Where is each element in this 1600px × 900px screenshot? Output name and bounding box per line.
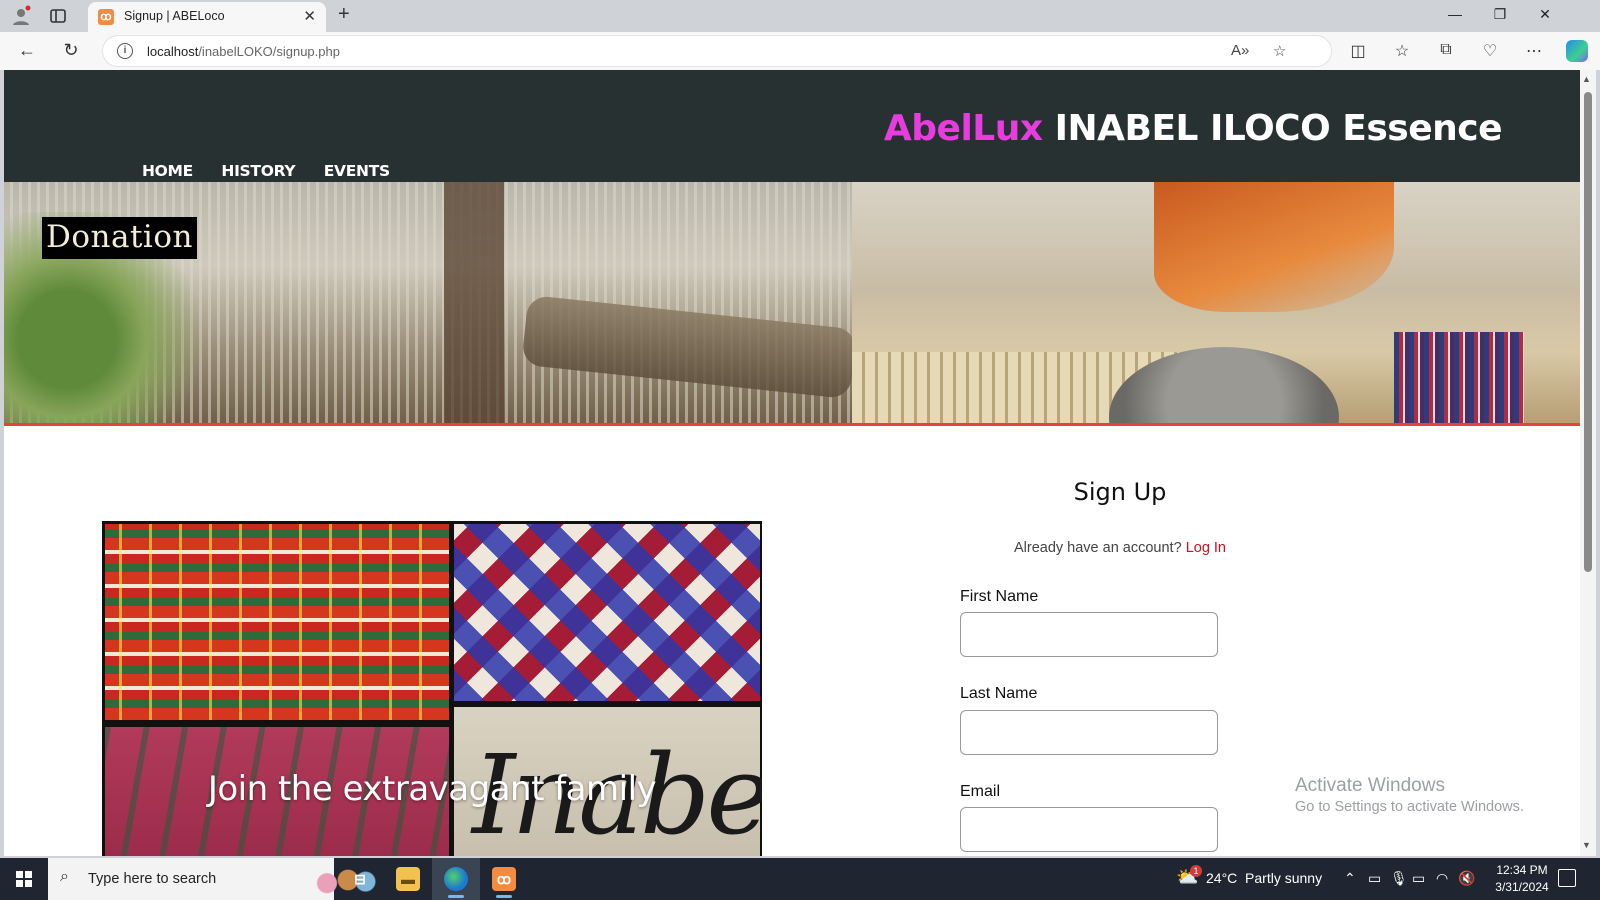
taskbar-search[interactable]: ⌕ Type here to search [48,858,376,900]
clock-time: 12:34 PM [1496,863,1548,877]
activate-windows-watermark: Activate Windows Go to Settings to activ… [1295,775,1524,815]
donation-badge[interactable]: Donation [42,217,197,259]
already-text: Already have an account? [1013,540,1182,556]
weather-badge: 1 [1190,865,1202,877]
close-window-button[interactable]: ✕ [1536,6,1554,23]
back-icon[interactable]: ← [16,40,38,61]
hero-wood-beam [444,182,504,424]
fabric-collage: Inabe Join the extravagant family [102,521,762,856]
main-nav: HOME HISTORY EVENTS [142,162,414,181]
email-label: Email [960,783,1001,800]
show-hidden-icons[interactable]: ⌃ [1344,870,1356,887]
split-screen-icon[interactable]: ◫ [1348,41,1368,61]
favorite-star-icon[interactable]: ☆ [1273,42,1286,60]
xampp-icon: ꝏ [492,867,516,891]
brand-accent: AbelLux [883,108,1043,149]
notification-center-icon[interactable] [1558,869,1576,887]
edge-icon [444,867,468,891]
scroll-up-icon[interactable]: ▲ [1582,74,1591,84]
address-bar[interactable]: i localhost/inabelLOKO/signup.php A» ☆ [102,35,1332,67]
tab-signup[interactable]: ꝏ Signup | ABELoco ✕ [88,2,326,32]
tab-actions-icon[interactable] [48,6,68,26]
profile-icon[interactable] [10,5,32,27]
meet-now-icon[interactable]: ▭ [1368,870,1381,887]
site-brand[interactable]: AbelLux INABEL ILOCO Essence [883,108,1503,149]
copilot-icon[interactable] [1566,40,1588,62]
file-explorer-button[interactable]: ▬ [384,858,432,900]
first-name-label: First Name [960,588,1039,605]
activate-title: Activate Windows [1295,775,1445,796]
login-link[interactable]: Log In [1186,540,1226,556]
last-name-field[interactable] [960,710,1218,755]
volume-muted-icon[interactable]: 🔇 [1458,870,1475,887]
search-icon: ⌕ [60,868,69,885]
clock-date: 3/31/2024 [1495,880,1549,894]
taskbar: ⌕ Type here to search ⊟ ▬ ꝏ ⛅ 1 24°C Par… [0,858,1600,900]
hero-divider [4,423,1580,426]
restore-button[interactable]: ❐ [1491,6,1509,23]
brand-main: INABEL ILOCO Essence [1042,108,1503,149]
battery-icon[interactable]: ▭ [1412,870,1425,887]
refresh-icon[interactable]: ↻ [60,40,82,61]
signup-title: Sign Up [1073,478,1167,506]
site-info-icon[interactable]: i [117,43,133,59]
collage-plaid-rolls [105,524,449,720]
system-clock[interactable]: 12:34 PM 3/31/2024 [1480,862,1564,896]
browser-essentials-icon[interactable]: ♡ [1480,41,1500,61]
favorites-icon[interactable]: ☆ [1392,41,1412,61]
browser-toolbar: ← ↻ i localhost/inabelLOKO/signup.php A»… [0,32,1600,70]
weather-text: 24°C Partly sunny [1206,870,1323,886]
nav-history[interactable]: HISTORY [221,162,295,180]
xampp-favicon-icon: ꝏ [98,9,114,25]
hero-textile [1394,332,1524,424]
tab-strip: ꝏ Signup | ABELoco ✕ + — ❐ ✕ [0,0,1600,32]
windows-start-icon[interactable] [16,871,32,887]
network-icon[interactable]: ◠ [1436,870,1448,887]
hero-banner: Donation [4,182,1580,424]
nav-home[interactable]: HOME [142,162,193,180]
task-view-button[interactable]: ⊟ [336,858,384,900]
login-prompt: Already have an account? Log In [960,540,1280,556]
email-field[interactable] [960,807,1218,852]
collage-caption: Join the extravagant family [207,769,657,809]
page-scrollbar[interactable]: ▲ ▼ [1580,70,1596,856]
collections-icon[interactable]: ⧉ [1436,41,1456,59]
more-menu-icon[interactable]: ⋯ [1524,41,1544,61]
search-placeholder: Type here to search [88,871,217,887]
microphone-icon[interactable]: 🎙 [1390,870,1408,887]
minimize-button[interactable]: — [1446,6,1464,22]
tab-close-icon[interactable]: ✕ [303,7,316,25]
tab-title: Signup | ABELoco [124,9,225,23]
scrollbar-thumb[interactable] [1584,92,1592,572]
folder-icon: ▬ [396,867,420,891]
page-viewport: AbelLux INABEL ILOCO Essence HOME HISTOR… [4,70,1580,856]
last-name-label: Last Name [960,685,1038,702]
new-tab-button[interactable]: + [338,3,350,26]
scroll-down-icon[interactable]: ▼ [1582,840,1591,850]
first-name-field[interactable] [960,612,1218,657]
activate-subtitle: Go to Settings to activate Windows. [1295,799,1524,815]
collage-checkered-fabric [454,524,760,701]
hero-awning [1154,182,1394,312]
xampp-button[interactable]: ꝏ [480,858,528,900]
edge-button[interactable] [432,858,480,900]
site-header: AbelLux INABEL ILOCO Essence HOME HISTOR… [4,70,1580,182]
task-view-icon: ⊟ [354,871,366,887]
url-text[interactable]: localhost/inabelLOKO/signup.php [147,44,340,59]
read-aloud-icon[interactable]: A» [1231,42,1249,59]
nav-events[interactable]: EVENTS [324,162,390,180]
